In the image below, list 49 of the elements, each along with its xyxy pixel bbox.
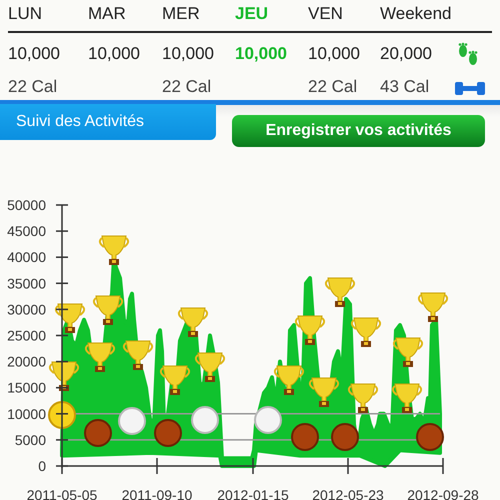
y-tick-label: 20000: [7, 354, 46, 370]
day-tab[interactable]: Weekend: [380, 0, 455, 28]
step-count: 10,000: [162, 44, 214, 63]
trophy-icon: [324, 278, 356, 307]
y-tick-label: 5000: [14, 432, 46, 448]
x-tick-label: 2011-05-05: [26, 487, 98, 500]
y-tick-label: 45000: [7, 223, 46, 240]
calorie-count: 22 Cal: [308, 77, 358, 96]
trophy-icon: [178, 308, 208, 337]
trophy-icon: [122, 340, 154, 370]
trophy-icon: [348, 384, 378, 413]
y-tick-label: 50000: [7, 197, 46, 213]
day-tab[interactable]: LUN: [8, 0, 88, 28]
calorie-count: 22 Cal: [8, 77, 58, 96]
y-tick-label: 40000: [7, 249, 46, 266]
y-tick-label: 15000: [7, 380, 46, 396]
day-tab[interactable]: MAR: [88, 0, 162, 28]
trophy-icon: [418, 292, 448, 322]
x-tick-label: 2011-09-10: [122, 487, 192, 500]
day-tab[interactable]: VEN: [308, 0, 380, 28]
trophy-icon: [294, 316, 326, 345]
x-tick-label: 2012-01-15: [217, 487, 289, 500]
y-tick-label: 35000: [7, 275, 46, 292]
trophy-icon: [84, 342, 116, 372]
y-tick-label: 30000: [7, 301, 46, 318]
x-tick-label: 2012-05-23: [312, 487, 384, 500]
trophy-icon: [308, 378, 340, 407]
y-tick-label: 10000: [7, 406, 46, 422]
day-tab[interactable]: MER: [162, 0, 235, 28]
trophy-icon: [98, 236, 130, 265]
trophy-icon: [160, 366, 190, 395]
step-count: 10,000: [308, 44, 360, 63]
trophy-icon: [92, 296, 124, 325]
trophy-icon: [48, 362, 80, 391]
calorie-count: 22 Cal: [162, 77, 212, 96]
trophy-icon: [392, 384, 422, 413]
trophy-icon: [274, 366, 304, 395]
y-tick-label: 0: [38, 458, 46, 474]
x-tick-label: 2012-09-28: [407, 487, 479, 500]
step-count: 10,000: [88, 44, 140, 63]
trophy-icon: [54, 304, 86, 333]
trophy-icon: [392, 338, 424, 367]
step-count: 10,000: [8, 44, 60, 63]
trophy-icon: [194, 352, 226, 382]
step-count: 10,000: [235, 44, 287, 63]
trophy-icon: [350, 318, 382, 347]
y-tick-label: 25000: [7, 328, 46, 344]
calorie-count: 43 Cal: [380, 77, 430, 96]
step-count: 20,000: [380, 44, 432, 63]
